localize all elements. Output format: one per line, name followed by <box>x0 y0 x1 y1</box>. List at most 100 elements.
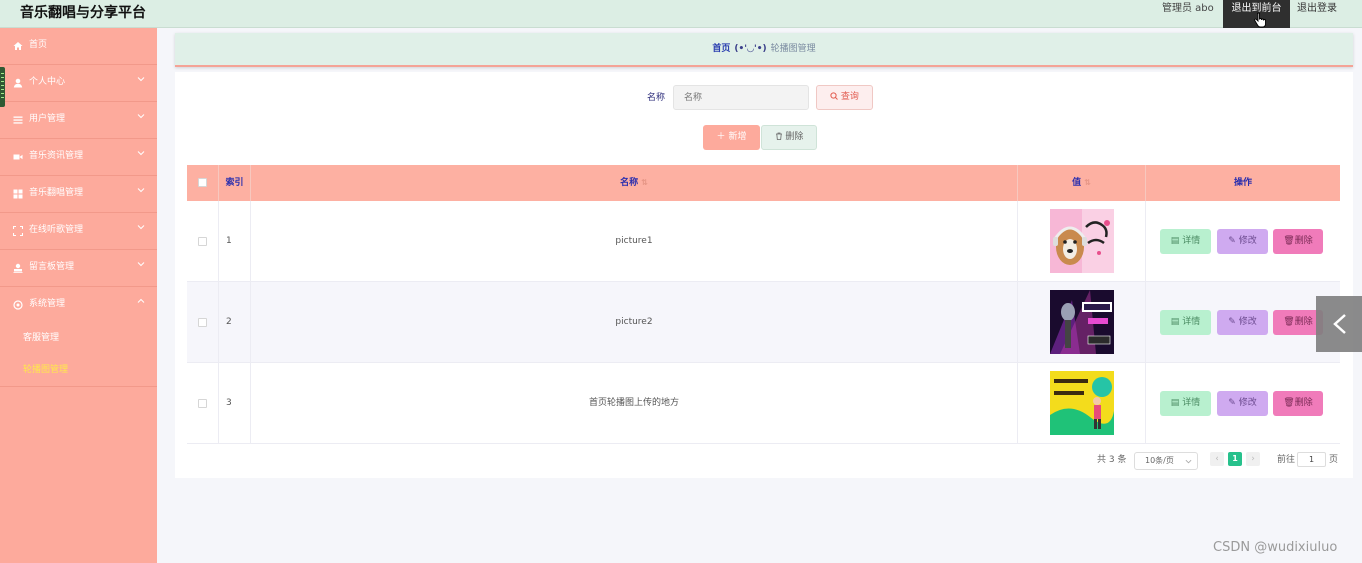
sidebar-item-label: 在线听歌管理 <box>29 225 84 235</box>
expand-icon <box>13 226 23 236</box>
sidebar-item-label: 首页 <box>29 40 48 50</box>
sidebar-subitem-carousel[interactable]: 轮播图管理 <box>23 362 68 378</box>
chevron-down-icon <box>137 262 145 267</box>
sidebar-item-user-management[interactable]: 用户管理 <box>0 102 157 139</box>
user-icon <box>13 78 23 88</box>
row-select-cell <box>187 363 219 444</box>
trash-icon: 🗑 <box>1283 398 1295 408</box>
add-button-label: 新增 <box>728 132 747 142</box>
delete-button[interactable]: 🗑删除 <box>1273 229 1323 254</box>
watermark: CSDN @wudixiuluo <box>1213 540 1338 555</box>
sidebar-item-label: 留言板管理 <box>29 262 75 272</box>
detail-button[interactable]: ▤ 详情 <box>1160 391 1211 416</box>
breadcrumb-home[interactable]: 首页 <box>712 44 730 54</box>
next-page-button[interactable]: › <box>1246 452 1260 466</box>
chevron-down-icon <box>137 114 145 119</box>
sidebar-item-personal-center[interactable]: 个人中心 <box>0 65 157 102</box>
sidebar-item-label: 系统管理 <box>29 299 66 309</box>
prev-page-button[interactable]: ‹ <box>1210 452 1224 466</box>
sidebar-item-music-news[interactable]: 音乐资讯管理 <box>0 139 157 176</box>
chevron-down-icon <box>137 151 145 156</box>
chevron-down-icon <box>1185 459 1192 464</box>
header-select-all <box>187 165 219 201</box>
header-name-label: 名称 <box>620 178 639 188</box>
goto-page-input[interactable]: 1 <box>1297 452 1326 467</box>
sidebar-item-system-management[interactable]: 系统管理 <box>0 287 157 324</box>
row-select-cell <box>187 201 219 282</box>
carousel-collapse-button[interactable] <box>1316 296 1362 352</box>
page-size-value: 10条/页 <box>1145 456 1174 465</box>
detail-button[interactable]: ▤ 详情 <box>1160 310 1211 335</box>
sidebar-item-label: 音乐资讯管理 <box>29 151 84 161</box>
row-name: picture1 <box>251 201 1018 282</box>
admin-label: 管理员 abo <box>1162 3 1214 14</box>
sidebar-item-music-cover[interactable]: 音乐翻唱管理 <box>0 176 157 213</box>
edit-button[interactable]: ✎ 修改 <box>1217 391 1268 416</box>
row-name: 首页轮播图上传的地方 <box>251 363 1018 444</box>
sidebar-item-label: 音乐翻唱管理 <box>29 188 84 198</box>
detail-label: 详情 <box>1182 317 1201 327</box>
detail-icon: ▤ <box>1170 398 1180 408</box>
gear-icon <box>13 300 23 310</box>
chevron-down-icon <box>137 225 145 230</box>
top-bar: 音乐翻唱与分享平台 管理员 abo 退出到前台 退出登录 <box>0 0 1362 28</box>
edit-icon: ✎ <box>1228 317 1236 327</box>
dog-headphones-thumbnail[interactable] <box>1050 209 1114 273</box>
detail-icon: ▤ <box>1170 317 1180 327</box>
row-index: 3 <box>219 363 251 444</box>
breadcrumb: 首页 (•'◡'•) 轮播图管理 <box>175 33 1353 67</box>
table-row: 2 picture2 ▤ 详情 ✎ 修改 🗑删除 <box>187 282 1340 363</box>
sort-icon: ⇅ <box>641 178 648 187</box>
sidebar-item-message-board[interactable]: 留言板管理 <box>0 250 157 287</box>
edit-icon: ✎ <box>1228 236 1236 246</box>
sidebar-item-label: 个人中心 <box>29 77 66 87</box>
home-icon <box>13 42 23 50</box>
batch-delete-label: 删除 <box>785 132 804 142</box>
header-value[interactable]: 值 ⇅ <box>1018 165 1146 201</box>
delete-label: 删除 <box>1294 236 1313 246</box>
microphone-top10-thumbnail[interactable] <box>1050 290 1114 354</box>
row-checkbox[interactable] <box>198 237 207 246</box>
chevron-down-icon <box>137 77 145 82</box>
yellow-green-singer-thumbnail[interactable] <box>1050 371 1114 435</box>
search-input[interactable] <box>673 85 809 110</box>
sidebar-item-online-listening[interactable]: 在线听歌管理 <box>0 213 157 250</box>
drag-handle[interactable] <box>0 67 5 107</box>
list-icon <box>13 116 23 124</box>
row-name: picture2 <box>251 282 1018 363</box>
detail-button[interactable]: ▤ 详情 <box>1160 229 1211 254</box>
delete-button[interactable]: 🗑删除 <box>1273 391 1323 416</box>
detail-label: 详情 <box>1182 398 1201 408</box>
edit-label: 修改 <box>1238 236 1257 246</box>
goto-label: 前往 <box>1277 455 1296 465</box>
sidebar-item-home[interactable]: 首页 <box>0 28 157 65</box>
table-header: 索引 名称 ⇅ 值 ⇅ 操作 <box>187 165 1340 201</box>
breadcrumb-current: 轮播图管理 <box>770 44 816 54</box>
edit-icon: ✎ <box>1228 398 1236 408</box>
delete-label: 删除 <box>1294 398 1313 408</box>
logout-button[interactable]: 退出登录 <box>1290 0 1344 28</box>
search-button-label: 查询 <box>840 92 859 102</box>
trash-icon: 🗑 <box>1283 317 1295 327</box>
trash-icon <box>775 132 782 140</box>
page-size-select[interactable]: 10条/页 <box>1134 452 1198 470</box>
plus-icon: ＋ <box>716 132 726 142</box>
edit-button[interactable]: ✎ 修改 <box>1217 310 1268 335</box>
header-name[interactable]: 名称 ⇅ <box>251 165 1018 201</box>
app-title: 音乐翻唱与分享平台 <box>20 5 146 21</box>
pagination-total: 共 3 条 <box>1097 455 1127 465</box>
edit-button[interactable]: ✎ 修改 <box>1217 229 1268 254</box>
select-all-checkbox[interactable] <box>198 178 207 187</box>
header-index: 索引 <box>219 165 251 201</box>
current-page-button[interactable]: 1 <box>1228 452 1242 466</box>
add-button[interactable]: ＋ 新增 <box>703 125 760 150</box>
batch-delete-button[interactable]: 删除 <box>761 125 817 150</box>
chevron-left-icon <box>1333 314 1346 334</box>
search-button[interactable]: 查询 <box>816 85 873 110</box>
sidebar-subitem-customer-service[interactable]: 客服管理 <box>23 330 59 346</box>
trash-icon: 🗑 <box>1283 236 1295 246</box>
row-checkbox[interactable] <box>198 399 207 408</box>
row-checkbox[interactable] <box>198 318 207 327</box>
search-icon <box>830 92 838 100</box>
search-label: 名称 <box>647 93 666 103</box>
